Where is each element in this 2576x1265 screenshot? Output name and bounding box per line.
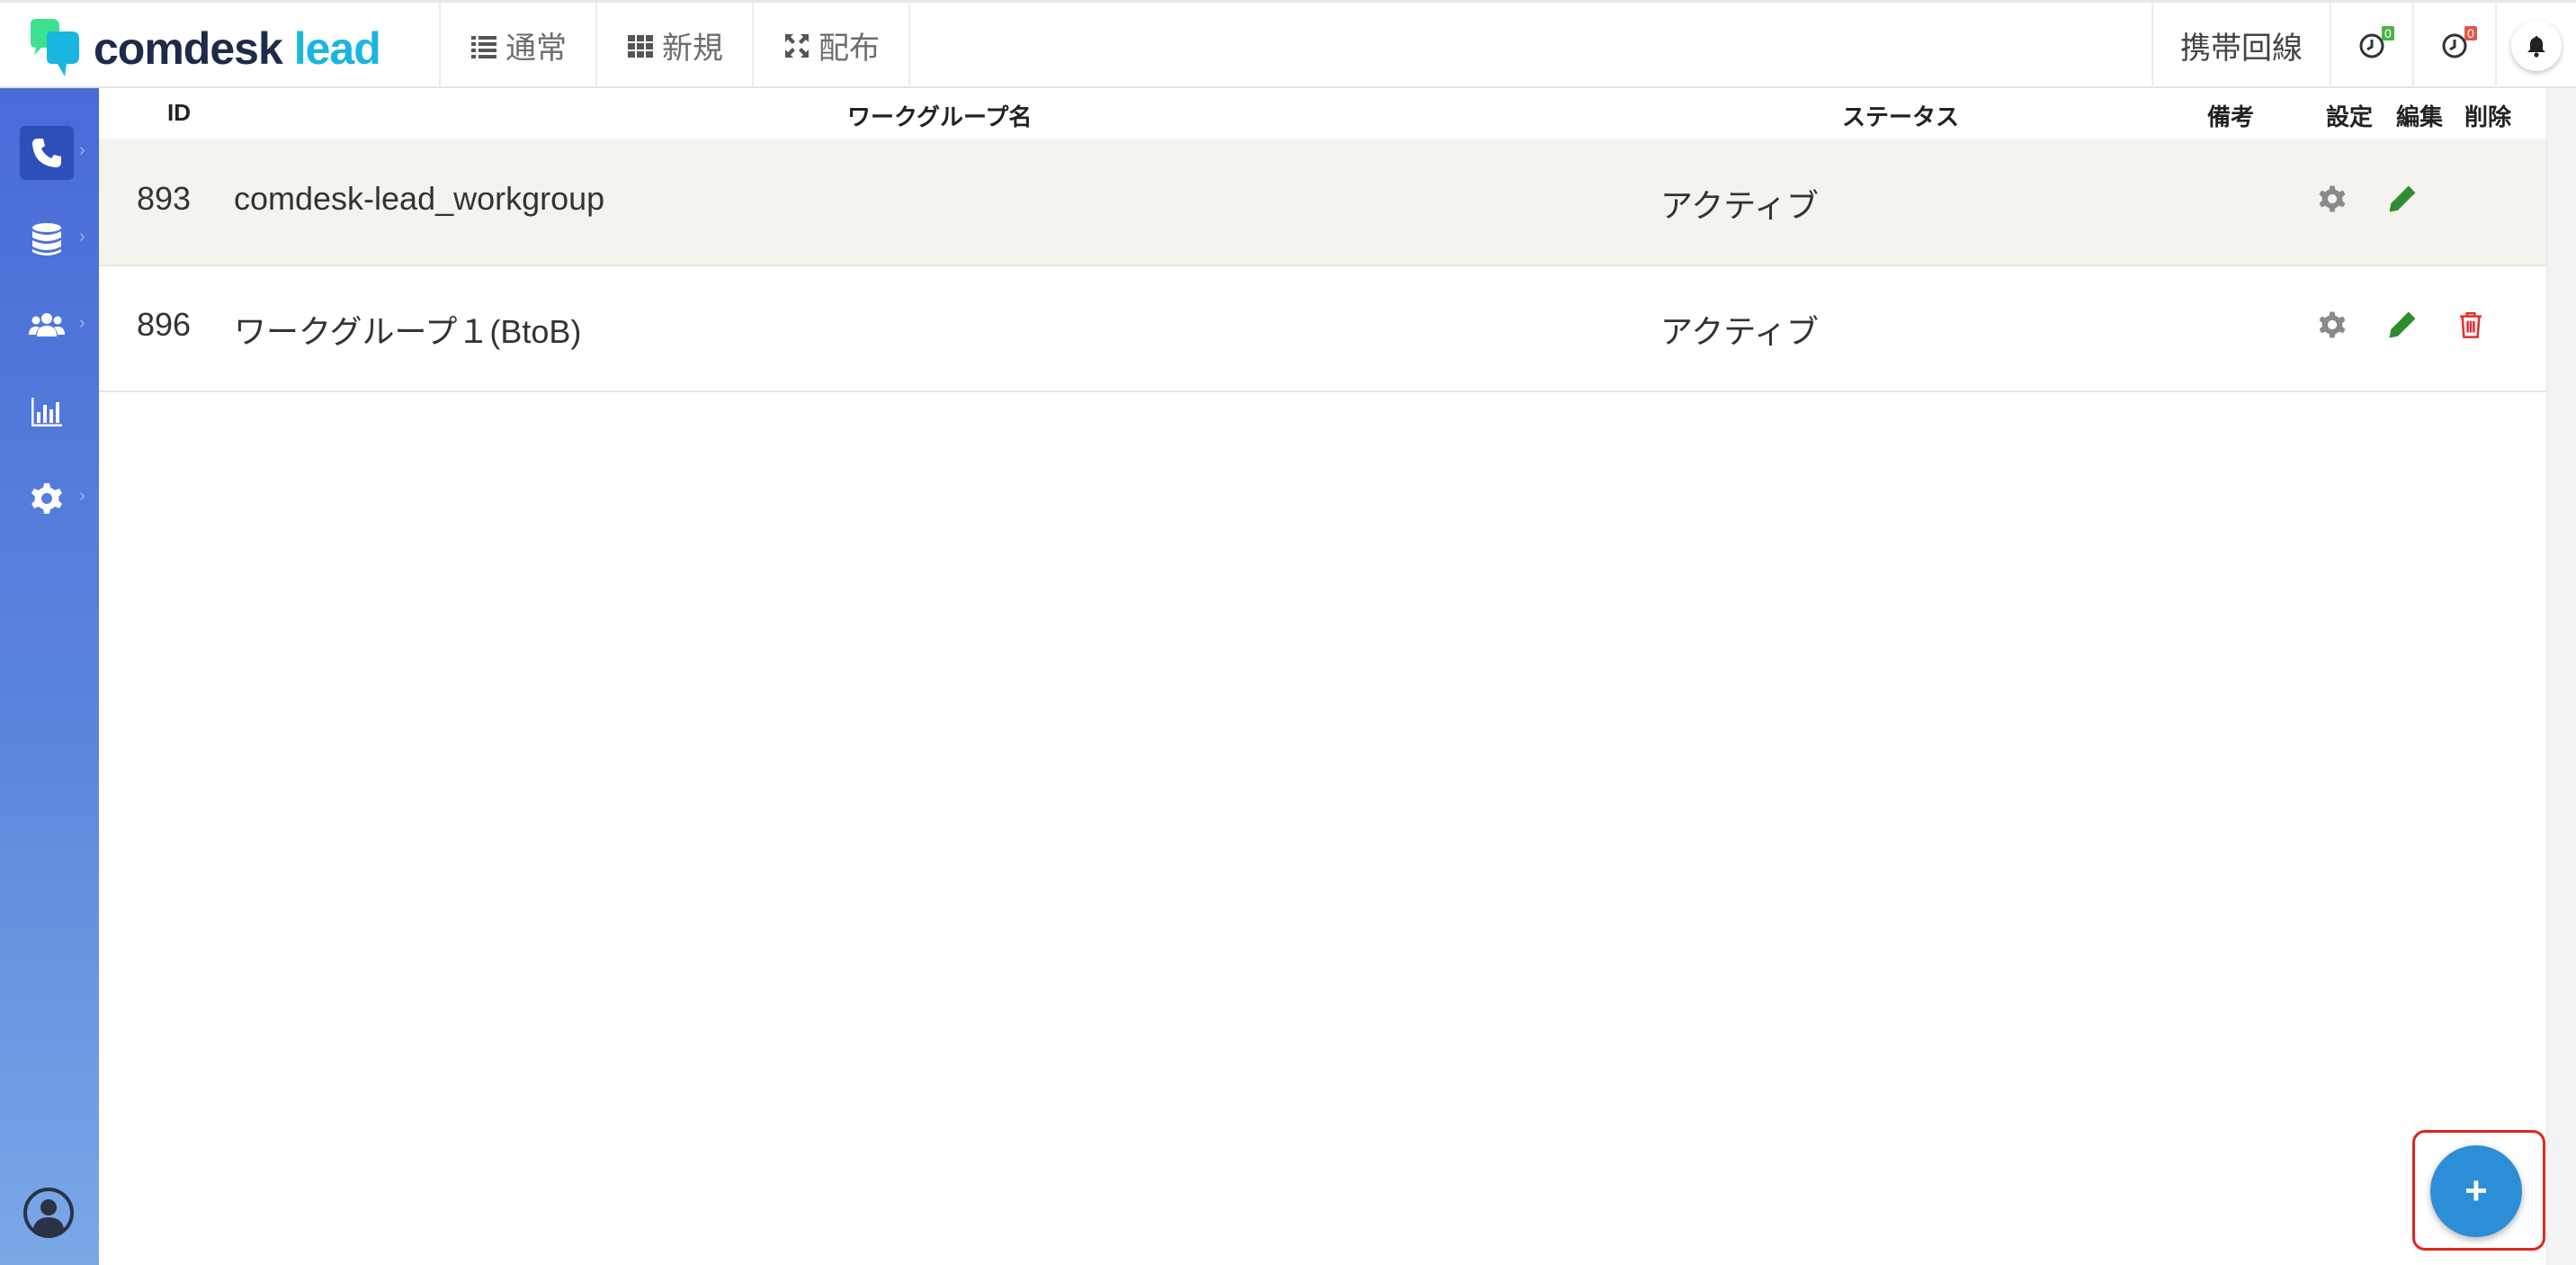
nav-distribute[interactable]: 配布 (752, 3, 910, 88)
add-workgroup-button[interactable]: + (2430, 1145, 2522, 1237)
arrows-expand-icon (785, 33, 809, 58)
table-row[interactable]: 893 comdesk-lead_workgroup アクティブ (99, 139, 2547, 266)
logo-text-part2: lead (293, 23, 381, 74)
main-nav: 通常 新規 配布 (439, 3, 910, 88)
bar-chart-icon (31, 398, 62, 426)
database-icon (32, 223, 61, 256)
mobile-line-button[interactable]: 携帯回線 (2151, 3, 2330, 88)
grid-icon (628, 34, 653, 58)
nav-distribute-label: 配布 (818, 31, 880, 66)
sidebar-item-reports[interactable] (20, 385, 74, 439)
chevron-right-icon: › (79, 140, 85, 160)
col-header-delete: 削除 (2464, 103, 2512, 130)
col-header-id[interactable]: ID (167, 99, 191, 127)
chevron-right-icon: › (79, 227, 85, 247)
nav-new-label: 新規 (662, 31, 723, 66)
users-icon (29, 313, 65, 336)
clock-green-button[interactable]: 0 (2330, 3, 2412, 88)
col-header-name[interactable]: ワークグループ名 (847, 99, 1032, 132)
row-name: comdesk-lead_workgroup (234, 180, 605, 217)
top-header: comdesk lead 通常 新規 配布 携帯回線 0 0 (0, 0, 2576, 88)
header-right: 携帯回線 0 0 (2151, 3, 2576, 88)
nav-normal-label: 通常 (505, 31, 567, 66)
table-row[interactable]: 896 ワークグループ１(BtoB) アクティブ (99, 265, 2547, 392)
user-avatar-icon[interactable] (22, 1186, 76, 1240)
list-icon (471, 35, 496, 58)
logo-text: comdesk lead (94, 23, 381, 74)
sidebar-item-phone[interactable] (20, 126, 74, 180)
clock-red-badge: 0 (2464, 26, 2477, 40)
row-id: 896 (137, 306, 192, 343)
settings-gear-icon[interactable] (2317, 184, 2348, 214)
row-status: アクティブ (1660, 187, 1820, 224)
edit-pencil-icon[interactable] (2387, 310, 2418, 340)
notifications-button[interactable] (2495, 3, 2576, 88)
nav-normal[interactable]: 通常 (439, 3, 595, 88)
edit-pencil-icon[interactable] (2387, 184, 2418, 214)
delete-trash-icon[interactable] (2455, 310, 2486, 340)
sidebar-item-users[interactable] (20, 299, 74, 353)
row-name: ワークグループ１(BtoB) (234, 313, 582, 350)
row-id: 893 (137, 180, 192, 217)
gear-icon (31, 483, 62, 514)
chevron-right-icon: › (79, 486, 85, 506)
scrollbar[interactable] (2546, 88, 2576, 1265)
mobile-line-label: 携帯回線 (2180, 31, 2303, 66)
col-header-note[interactable]: 備考 (2207, 99, 2254, 132)
chevron-right-icon: › (79, 313, 85, 333)
row-status: アクティブ (1660, 313, 1820, 350)
bell-circle (2511, 20, 2562, 71)
col-header-edit: 編集 (2396, 103, 2444, 130)
clock-green-badge: 0 (2382, 26, 2394, 40)
main-content: ID ワークグループ名 ステータス 備考 設定 編集 削除 893 comdes… (99, 88, 2547, 1265)
clock-red-button[interactable]: 0 (2412, 3, 2495, 88)
settings-gear-icon[interactable] (2317, 310, 2348, 340)
sidebar-item-settings[interactable] (20, 471, 74, 525)
phone-icon (32, 139, 61, 167)
bell-icon (2527, 35, 2545, 58)
col-header-settings: 設定 (2326, 103, 2374, 130)
logo-icon (31, 19, 79, 76)
app-logo[interactable]: comdesk lead (25, 17, 381, 80)
sidebar-item-database[interactable] (20, 212, 74, 266)
nav-new[interactable]: 新規 (595, 3, 752, 88)
sidebar: › › › › (0, 88, 99, 1265)
table-header: ID ワークグループ名 ステータス 備考 設定 編集 削除 (99, 88, 2547, 140)
logo-text-part1: comdesk (94, 23, 283, 74)
col-header-status[interactable]: ステータス (1842, 99, 1959, 132)
